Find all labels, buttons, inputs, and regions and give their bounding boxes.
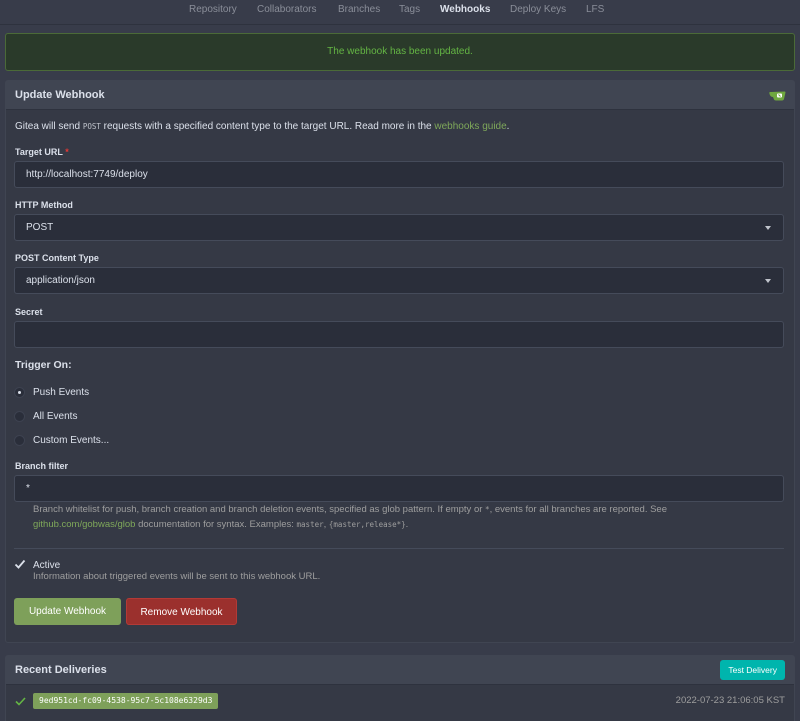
repo-settings-tabs: Repository Collaborators Branches Tags W…	[0, 0, 800, 25]
target-url-input[interactable]: http://localhost:7749/deploy	[14, 161, 784, 188]
tab-collaborators[interactable]: Collaborators	[257, 4, 316, 15]
active-help: Information about triggered events will …	[33, 571, 321, 582]
panel-title: Update Webhook	[15, 89, 105, 101]
branch-filter-input[interactable]: *	[14, 475, 784, 502]
tab-branches[interactable]: Branches	[338, 4, 380, 15]
all-events-radio[interactable]	[14, 411, 25, 422]
branch-filter-help: Branch whitelist for push, branch creati…	[33, 504, 667, 515]
http-method-label: HTTP Method	[15, 200, 73, 210]
content-type-select[interactable]: application/json	[14, 267, 784, 294]
content-type-label: POST Content Type	[15, 253, 99, 263]
custom-events-label[interactable]: Custom Events...	[33, 435, 109, 446]
dropdown-caret-icon	[765, 226, 771, 230]
custom-events-radio[interactable]	[14, 435, 25, 446]
delivery-timestamp: 2022-07-23 21:06:05 KST	[675, 695, 785, 706]
form-divider	[14, 548, 784, 549]
webhooks-guide-link[interactable]: webhooks guide	[434, 121, 506, 132]
http-method-select[interactable]: POST	[14, 214, 784, 241]
target-url-label: Target URL *	[15, 147, 69, 157]
delivery-row[interactable]: 9ed951cd-fc09-4538-95c7-5c108e6329d3 202…	[6, 685, 794, 719]
post-method-code: POST	[82, 122, 101, 131]
test-delivery-button[interactable]: Test Delivery	[720, 660, 785, 680]
trigger-on-label: Trigger On:	[15, 359, 72, 371]
webhook-description: Gitea will send POST requests with a spe…	[15, 121, 510, 132]
success-check-icon	[15, 697, 26, 706]
secret-label: Secret	[15, 307, 43, 317]
update-webhook-button[interactable]: Update Webhook	[14, 598, 121, 625]
tab-tags[interactable]: Tags	[399, 4, 420, 15]
glob-docs-link[interactable]: github.com/gobwas/glob	[33, 519, 135, 530]
dropdown-caret-icon	[765, 279, 771, 283]
secret-input[interactable]	[14, 321, 784, 348]
push-events-radio[interactable]	[14, 387, 25, 398]
required-asterisk: *	[65, 147, 69, 157]
push-events-label[interactable]: Push Events	[33, 387, 89, 398]
branch-filter-help-line2: github.com/gobwas/glob documentation for…	[33, 519, 409, 530]
success-flash-message: The webhook has been updated.	[5, 33, 795, 71]
tab-deploy-keys[interactable]: Deploy Keys	[510, 4, 566, 15]
all-events-label[interactable]: All Events	[33, 411, 77, 422]
branch-filter-label: Branch filter	[15, 461, 69, 471]
tab-webhooks[interactable]: Webhooks	[440, 4, 490, 15]
delivery-id-badge[interactable]: 9ed951cd-fc09-4538-95c7-5c108e6329d3	[33, 693, 219, 709]
recent-deliveries-panel: Recent Deliveries Test Delivery 9ed951cd…	[5, 655, 795, 721]
deliveries-title: Recent Deliveries	[15, 664, 107, 676]
active-checkbox-checkmark-icon[interactable]	[14, 559, 26, 570]
tab-repository[interactable]: Repository	[189, 4, 237, 15]
panel-header: Update Webhook	[6, 81, 794, 110]
deliveries-header: Recent Deliveries Test Delivery	[6, 656, 794, 685]
tab-lfs[interactable]: LFS	[586, 4, 604, 15]
remove-webhook-button[interactable]: Remove Webhook	[126, 598, 237, 625]
gitea-logo-icon	[769, 91, 786, 101]
